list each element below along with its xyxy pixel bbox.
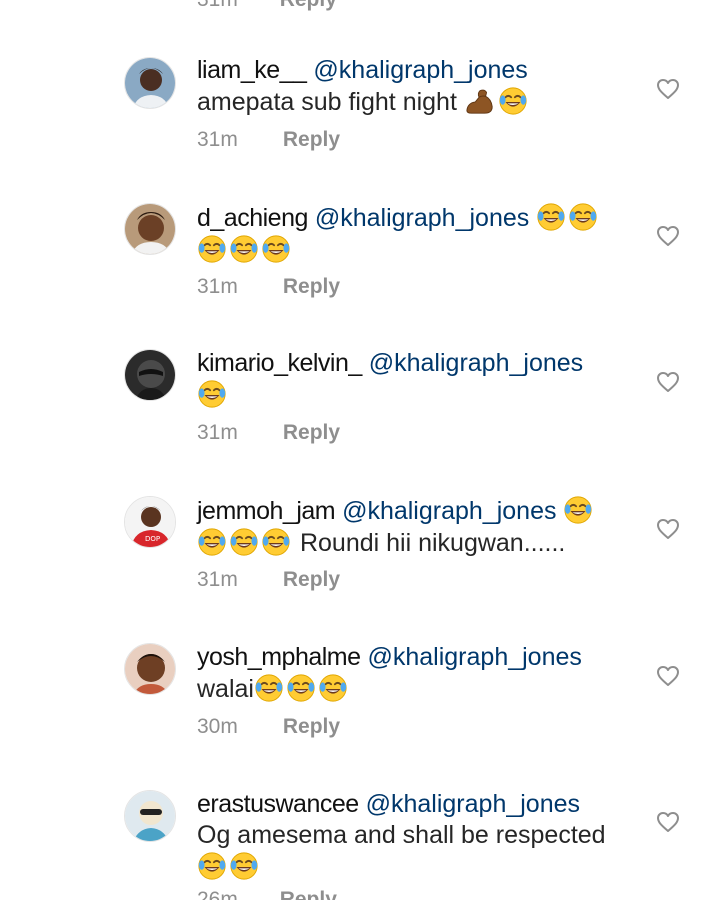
comment-username[interactable]: erastuswancee	[197, 790, 359, 818]
partial-comment-meta-bottom: 26m Reply	[197, 888, 337, 900]
heart-icon[interactable]	[656, 811, 680, 833]
heart-icon[interactable]	[656, 518, 680, 540]
heart-icon[interactable]	[656, 225, 680, 247]
laugh-emoji	[318, 673, 348, 703]
comment-username[interactable]: d_achieng	[197, 204, 308, 232]
laugh-emoji	[229, 234, 259, 264]
comment-time: 30m	[197, 715, 238, 738]
laugh-emoji	[563, 495, 593, 525]
svg-text:DOP: DOP	[145, 535, 160, 543]
avatar[interactable]	[124, 643, 176, 695]
comment-body: jemmoh_jam @khaligraph_jones Roundi hii …	[197, 495, 637, 559]
reply-button[interactable]: Reply	[283, 421, 340, 444]
laugh-emoji	[197, 379, 227, 409]
laugh-emoji	[568, 202, 598, 232]
partial-comment-meta-top: 31m Reply	[197, 0, 337, 12]
laugh-emoji	[254, 673, 284, 703]
avatar[interactable]: DOP	[124, 496, 176, 548]
reply-button[interactable]: Reply	[283, 128, 340, 151]
comment-username[interactable]: jemmoh_jam	[197, 497, 336, 525]
reply-button[interactable]: Reply	[280, 888, 337, 900]
laugh-emoji	[261, 234, 291, 264]
comment-time: 31m	[197, 128, 238, 151]
comment-meta: 30m Reply	[197, 715, 340, 739]
comment-text: Roundi hii nikugwan......	[299, 529, 566, 557]
comment-mention[interactable]: @khaligraph_jones	[366, 790, 580, 818]
comment-text: amepata sub fight night	[197, 88, 457, 116]
comment-username[interactable]: kimario_kelvin_	[197, 349, 362, 377]
comment-mention[interactable]: @khaligraph_jones	[313, 56, 527, 84]
comment-username[interactable]: yosh_mphalme	[197, 643, 361, 671]
laugh-emoji	[536, 202, 566, 232]
laugh-emoji	[498, 86, 528, 116]
reply-button[interactable]: Reply	[283, 275, 340, 298]
comment-time: 31m	[197, 568, 238, 591]
avatar[interactable]	[124, 349, 176, 401]
laugh-emoji	[197, 234, 227, 264]
laugh-emoji	[229, 527, 259, 557]
comment-mention[interactable]: @khaligraph_jones	[342, 497, 556, 525]
comment-mention[interactable]: @khaligraph_jones	[367, 643, 581, 671]
heart-icon[interactable]	[656, 371, 680, 393]
comment-time: 31m	[197, 0, 238, 11]
reply-button[interactable]: Reply	[280, 0, 337, 11]
comment-meta: 31m Reply	[197, 275, 340, 299]
comment-meta: 31m Reply	[197, 568, 340, 592]
comment-body: yosh_mphalme @khaligraph_jones walai	[197, 642, 637, 705]
avatar[interactable]	[124, 790, 176, 842]
laugh-emoji	[286, 673, 316, 703]
comment-mention[interactable]: @khaligraph_jones	[369, 349, 583, 377]
comment-body: erastuswancee @khaligraph_jones Og amese…	[197, 789, 637, 883]
comment-body: d_achieng @khaligraph_jones	[197, 202, 637, 266]
avatar[interactable]	[124, 203, 176, 255]
comment-text: Og amesema and shall be respected	[197, 821, 606, 849]
avatar[interactable]	[124, 57, 176, 109]
comment-username[interactable]: liam_ke__	[197, 56, 307, 84]
comment-mention[interactable]: @khaligraph_jones	[315, 204, 529, 232]
comment-time: 31m	[197, 275, 238, 298]
heart-icon[interactable]	[656, 665, 680, 687]
laugh-emoji	[261, 527, 291, 557]
comment-time: 26m	[197, 888, 238, 900]
comment-text: walai	[197, 675, 254, 703]
laugh-emoji	[229, 851, 259, 881]
heart-icon[interactable]	[656, 78, 680, 100]
laugh-emoji	[197, 527, 227, 557]
comment-meta: 31m Reply	[197, 128, 340, 152]
comment-body: liam_ke__ @khaligraph_jones amepata sub …	[197, 55, 637, 118]
reply-button[interactable]: Reply	[283, 715, 340, 738]
comment-time: 31m	[197, 421, 238, 444]
comment-body: kimario_kelvin_ @khaligraph_jones	[197, 348, 637, 411]
reply-button[interactable]: Reply	[283, 568, 340, 591]
comment-meta: 31m Reply	[197, 421, 340, 445]
flexed-biceps-emoji	[464, 86, 496, 116]
laugh-emoji	[197, 851, 227, 881]
comments-page: 31m Reply liam_ke__ @khaligraph_jones am…	[0, 0, 720, 900]
